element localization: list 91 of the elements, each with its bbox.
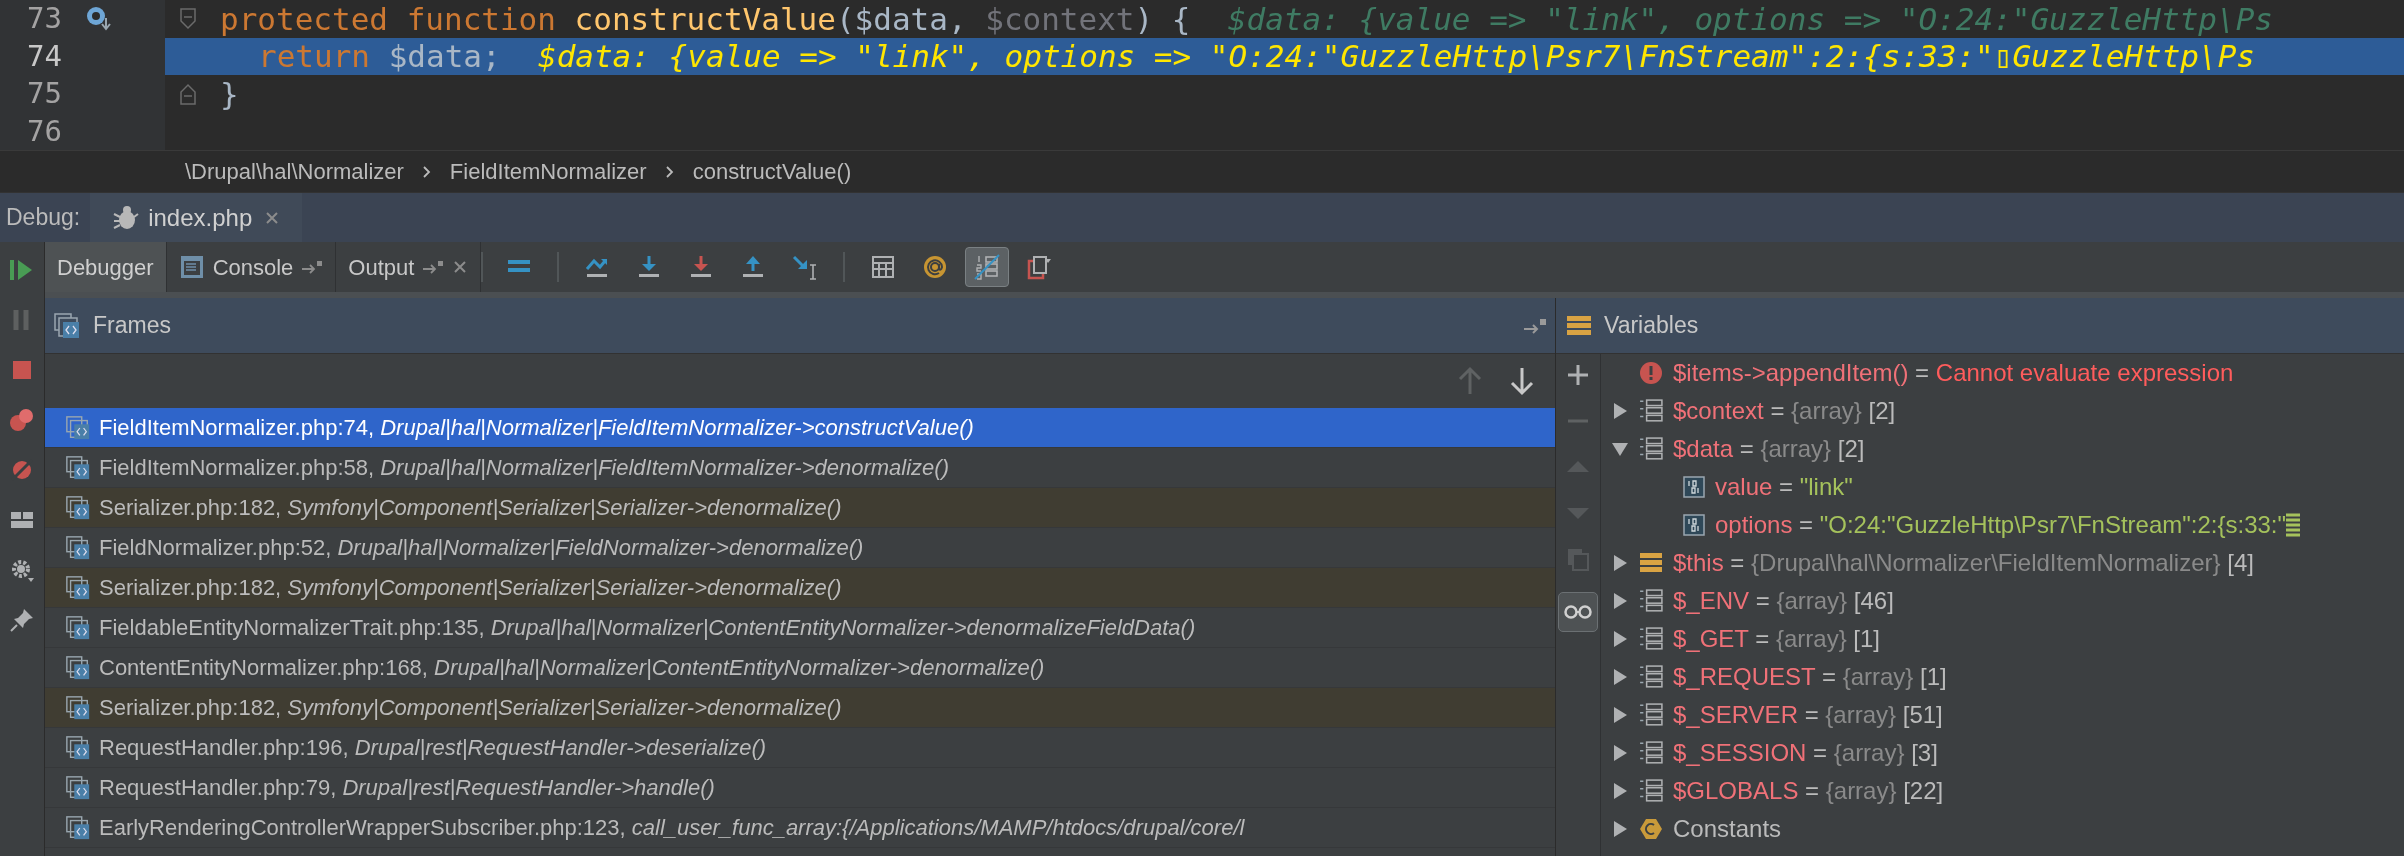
breadcrumb-item[interactable]: \Drupal\hal\Normalizer bbox=[185, 155, 404, 188]
variable-entry[interactable]: $context = {array} [2] bbox=[1673, 393, 1896, 429]
panel-title: Variables bbox=[1604, 311, 1699, 341]
watches-toggle-button[interactable] bbox=[1558, 592, 1598, 632]
array-icon bbox=[1639, 437, 1663, 461]
pin-arrow-icon bbox=[422, 259, 445, 275]
expand-arrow-icon[interactable] bbox=[1611, 440, 1629, 458]
stack-frame-icon bbox=[65, 494, 91, 521]
variable-entry[interactable]: $items->appendItem() = Cannot evaluate expression bbox=[1673, 355, 2234, 391]
stack-frame-icon bbox=[65, 694, 91, 721]
line-number: 74 bbox=[26, 37, 62, 75]
session-tab[interactable]: index.php bbox=[90, 193, 303, 242]
variable-entry[interactable]: value = "link" bbox=[1715, 469, 1853, 505]
restore-layout-icon bbox=[1025, 253, 1054, 281]
expand-arrow-icon[interactable] bbox=[1611, 782, 1629, 800]
close-icon[interactable] bbox=[264, 209, 281, 226]
stack-frame-icon bbox=[65, 614, 91, 641]
breadcrumb-item[interactable]: constructValue() bbox=[692, 155, 852, 188]
stack-frame-icon bbox=[65, 654, 91, 681]
variable-entry[interactable]: Constants bbox=[1673, 811, 1782, 847]
array-icon bbox=[1639, 665, 1663, 689]
fold-icon[interactable] bbox=[177, 81, 198, 106]
debug-label: Debug: bbox=[5, 203, 82, 233]
console-icon bbox=[178, 254, 205, 280]
frames-icon bbox=[53, 311, 81, 340]
breakpoints-icon[interactable] bbox=[8, 406, 36, 434]
panel-title: Frames bbox=[93, 311, 172, 341]
code-line: } bbox=[165, 75, 2404, 113]
array-icon bbox=[1639, 589, 1663, 613]
stack-frame-icon bbox=[65, 734, 91, 761]
frame-row[interactable]: RequestHandler.php:79, Drupal|rest|RequestHandler->handle() bbox=[45, 768, 1555, 808]
fold-icon[interactable] bbox=[177, 6, 198, 31]
variable-entry[interactable]: $this = {Drupal\hal\Normalizer\FieldItemNormalizer} [4] bbox=[1673, 545, 2254, 581]
variable-entry[interactable]: $_REQUEST = {array} [1] bbox=[1673, 659, 1947, 695]
array-icon bbox=[1639, 741, 1663, 765]
frame-row[interactable]: Serializer.php:182, Symfony|Component|Serializer|Serializer->denormalize() bbox=[45, 688, 1555, 728]
down-arrow-icon[interactable] bbox=[1509, 366, 1535, 396]
bug-icon bbox=[112, 203, 141, 232]
stack-frame-icon bbox=[65, 534, 91, 561]
stack-frame-icon bbox=[65, 414, 91, 441]
pin-arrow-icon bbox=[301, 259, 324, 275]
close-icon bbox=[452, 259, 469, 275]
line-number: 75 bbox=[26, 75, 62, 112]
code-line: protected function constructValue($data, $context) { $data: {value => "link", options => "O:24:"GuzzleHttp\Ps bbox=[165, 0, 2404, 38]
line-number: 76 bbox=[26, 112, 62, 150]
array-icon bbox=[1639, 627, 1663, 651]
expand-arrow-icon[interactable] bbox=[1611, 668, 1629, 686]
array-icon bbox=[1639, 399, 1663, 423]
chevron-icon bbox=[664, 164, 675, 179]
constants-icon bbox=[1639, 817, 1663, 841]
inline-values-icon bbox=[973, 253, 1002, 281]
variable-entry[interactable]: $data = {array} [2] bbox=[1673, 431, 1865, 467]
frame-row[interactable]: FieldItemNormalizer.php:74, Drupal|hal|Normalizer|FieldItemNormalizer->constructValue() bbox=[45, 408, 1555, 448]
breadcrumb-item[interactable]: FieldItemNormalizer bbox=[449, 155, 647, 188]
expand-arrow-icon[interactable] bbox=[1611, 630, 1629, 648]
frame-row[interactable]: RequestHandler.php:196, Drupal|rest|RequestHandler->deserialize() bbox=[45, 728, 1555, 768]
pin-arrow-icon[interactable] bbox=[1523, 316, 1547, 335]
stack-frame-icon bbox=[65, 574, 91, 601]
frame-row[interactable]: Serializer.php:182, Symfony|Component|Serializer|Serializer->denormalize() bbox=[45, 568, 1555, 608]
chevron-icon bbox=[421, 164, 432, 179]
field-icon bbox=[1683, 514, 1705, 536]
array-icon bbox=[1639, 703, 1663, 727]
object-icon bbox=[1639, 551, 1663, 575]
add-icon[interactable] bbox=[1565, 362, 1591, 388]
variable-entry[interactable]: $_SERVER = {array} [51] bbox=[1673, 697, 1943, 733]
expand-arrow-icon[interactable] bbox=[1611, 820, 1629, 838]
frame-row[interactable]: EarlyRenderingControllerWrapperSubscriber.php:123, call_user_func_array:{/Applications/MAMP/htdocs/drupal/core/l bbox=[45, 808, 1555, 848]
stack-frame-icon bbox=[65, 454, 91, 481]
variable-entry[interactable]: $_SESSION = {array} [3] bbox=[1673, 735, 1938, 771]
glasses-icon bbox=[1563, 604, 1593, 620]
field-icon bbox=[1683, 476, 1705, 498]
frame-row[interactable]: Serializer.php:182, Symfony|Component|Serializer|Serializer->denormalize() bbox=[45, 488, 1555, 528]
expand-arrow-icon[interactable] bbox=[1611, 402, 1629, 420]
expand-text-icon[interactable] bbox=[2286, 512, 2300, 538]
inline-values-button[interactable] bbox=[965, 247, 1010, 287]
variable-entry[interactable]: $GLOBALS = {array} [22] bbox=[1673, 773, 1944, 809]
line-number: 73 bbox=[26, 0, 62, 37]
expand-arrow-icon[interactable] bbox=[1611, 592, 1629, 610]
variable-entry[interactable]: $_ENV = {array} [46] bbox=[1673, 583, 1894, 619]
error-icon bbox=[1639, 361, 1663, 385]
stack-frame-icon bbox=[65, 814, 91, 841]
stack-frame-icon bbox=[65, 774, 91, 801]
pin-icon[interactable] bbox=[8, 606, 36, 634]
variable-entry[interactable]: options = "O:24:"GuzzleHttp\Psr7\FnStream":2:{s:33:" bbox=[1715, 507, 2286, 543]
array-icon bbox=[1639, 779, 1663, 803]
expand-arrow-icon[interactable] bbox=[1611, 744, 1629, 762]
debugger-tab[interactable]: Debugger bbox=[45, 242, 167, 292]
variable-entry[interactable]: $_GET = {array} [1] bbox=[1673, 621, 1881, 657]
expand-arrow-icon[interactable] bbox=[1611, 554, 1629, 572]
expand-arrow-icon[interactable] bbox=[1611, 706, 1629, 724]
frame-row[interactable]: FieldableEntityNormalizerTrait.php:135, Drupal|hal|Normalizer|ContentEntityNormalizer->denormalizeFieldData() bbox=[45, 608, 1555, 648]
